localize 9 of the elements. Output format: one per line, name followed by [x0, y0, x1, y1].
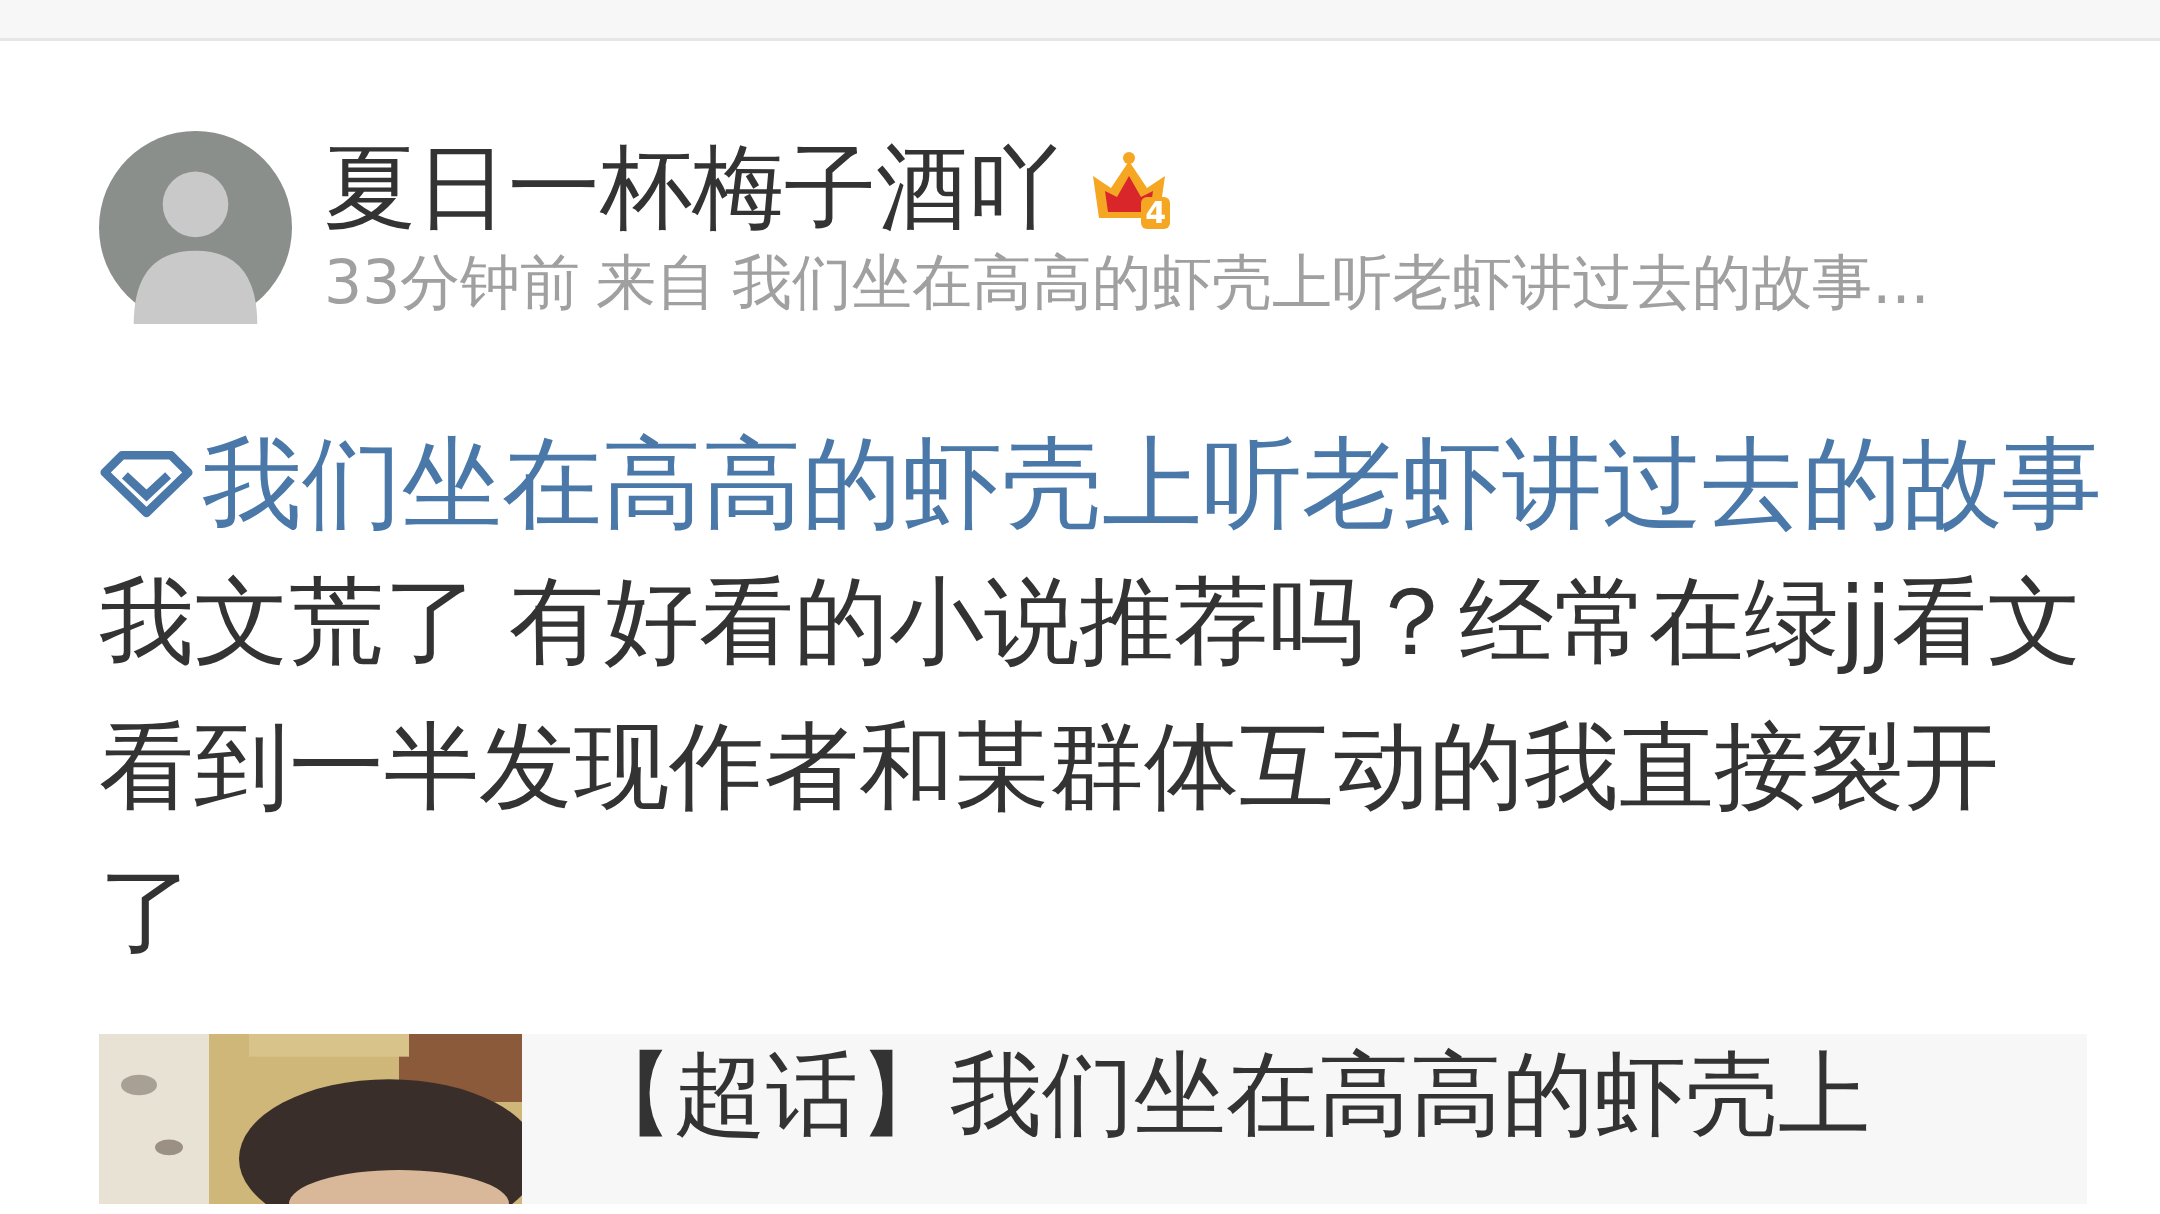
post-text: 我文荒了 有好看的小说推荐吗？经常在绿jj看文看到一半发现作者和某群体互动的我直接裂开了 [99, 565, 2083, 968]
diamond-icon [99, 449, 194, 519]
post-time: 33分钟前 [324, 246, 581, 319]
username[interactable]: 夏日一杯梅子酒吖 [324, 136, 1060, 239]
topic-link[interactable]: 我们坐在高高的虾壳上听老虾讲过去的故事 [202, 424, 2102, 544]
link-card[interactable]: 【超话】我们坐在高高的虾壳上 [99, 1034, 2087, 1204]
source-label: 来自 [596, 246, 717, 319]
avatar[interactable] [99, 131, 292, 324]
card-title: 【超话】我们坐在高高的虾壳上 [581, 1040, 1870, 1150]
